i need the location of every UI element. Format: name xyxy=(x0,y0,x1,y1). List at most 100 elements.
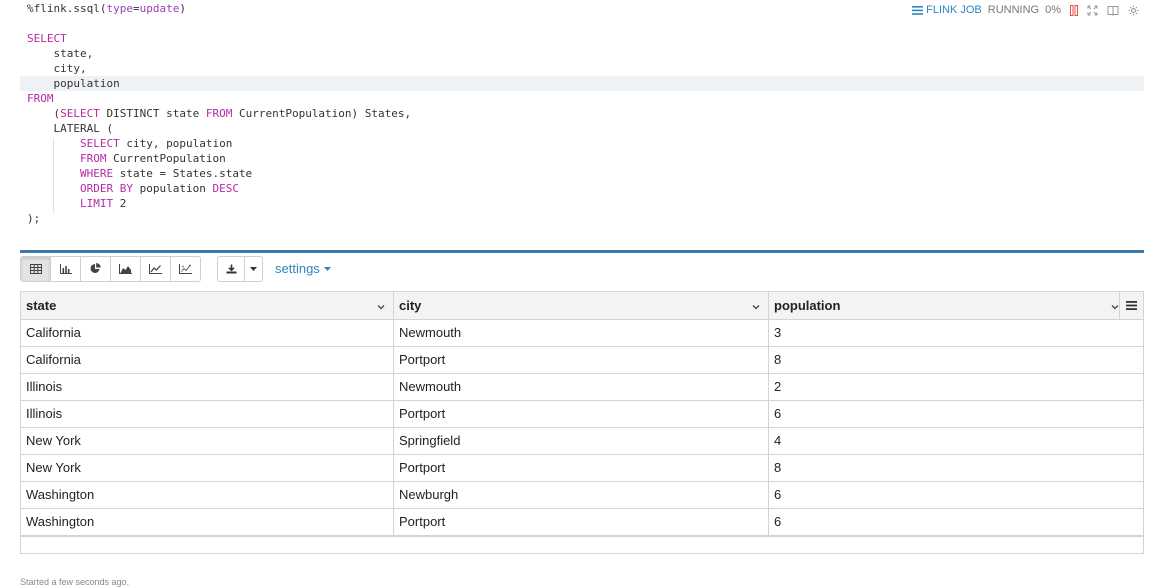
column-header-label: city xyxy=(399,298,421,313)
code-editor[interactable]: %flink.ssql(type=update)SELECT state, ci… xyxy=(20,0,1144,250)
download-dropdown-toggle[interactable] xyxy=(244,256,263,282)
code-line[interactable]: LIMIT 2 xyxy=(20,196,1144,211)
caret-down-icon xyxy=(250,267,257,271)
column-header-state[interactable]: state xyxy=(21,292,394,319)
cell-population: 8 xyxy=(769,455,1143,481)
chevron-down-icon[interactable] xyxy=(377,292,385,319)
code-text: population xyxy=(27,77,120,90)
cell-state: New York xyxy=(21,455,394,481)
book-icon[interactable] xyxy=(1107,5,1119,16)
code-keyword: DESC xyxy=(212,182,239,195)
chevron-down-icon[interactable] xyxy=(1111,292,1119,319)
code-line[interactable]: FROM CurrentPopulation xyxy=(20,151,1144,166)
code-text: city, population xyxy=(120,137,233,150)
settings-dropdown[interactable]: settings xyxy=(275,261,331,276)
cell-city: Newburgh xyxy=(394,482,769,508)
table-row[interactable]: New YorkSpringfield4 xyxy=(21,428,1143,455)
code-text: ( xyxy=(27,107,60,120)
editor-result-splitter[interactable] xyxy=(20,250,1144,253)
code-keyword: FROM xyxy=(27,92,54,105)
table-row[interactable]: CaliforniaPortport8 xyxy=(21,347,1143,374)
line-chart-icon xyxy=(149,264,162,274)
code-keyword: type xyxy=(106,2,133,15)
column-header-label: state xyxy=(26,298,56,313)
code-keyword: WHERE xyxy=(80,167,113,180)
result-toolbar: settings xyxy=(20,255,331,282)
stop-icon[interactable] xyxy=(1070,5,1078,16)
menu-icon xyxy=(1126,301,1137,310)
code-keyword: update xyxy=(140,2,180,15)
table-header: population city state xyxy=(21,292,1143,320)
caret-down-icon xyxy=(324,267,331,271)
expand-icon[interactable] xyxy=(1087,5,1098,16)
list-icon xyxy=(912,6,923,15)
visualization-button-group xyxy=(20,256,201,282)
table-row[interactable]: WashingtonNewburgh6 xyxy=(21,482,1143,509)
code-line[interactable] xyxy=(20,16,1144,31)
gear-icon[interactable] xyxy=(1128,5,1139,16)
pie-chart-button[interactable] xyxy=(80,256,111,282)
cell-state: New York xyxy=(21,428,394,454)
code-text xyxy=(27,152,80,165)
paragraph-status-bar: FLINK JOB RUNNING 0% xyxy=(912,3,1139,17)
table-row[interactable]: IllinoisPortport6 xyxy=(21,401,1143,428)
cell-state: Illinois xyxy=(21,374,394,400)
results-table: population city state CaliforniaNewmouth3C… xyxy=(20,291,1144,554)
started-text: Started a few seconds ago. xyxy=(20,577,129,587)
code-line[interactable]: WHERE state = States.state xyxy=(20,166,1144,181)
download-icon xyxy=(226,264,237,274)
cell-state: Washington xyxy=(21,509,394,535)
cell-population: 6 xyxy=(769,401,1143,427)
code-text: 2 xyxy=(113,197,126,210)
code-line[interactable]: LATERAL ( xyxy=(20,121,1144,136)
cell-population: 6 xyxy=(769,509,1143,535)
job-progress: 0% xyxy=(1045,4,1061,16)
code-text: CurrentPopulation xyxy=(106,152,225,165)
table-view-button[interactable] xyxy=(20,256,51,282)
code-keyword: LIMIT xyxy=(80,197,113,210)
area-chart-icon xyxy=(119,264,132,274)
bar-chart-icon xyxy=(60,264,72,274)
table-row[interactable]: IllinoisNewmouth2 xyxy=(21,374,1143,401)
cell-population: 8 xyxy=(769,347,1143,373)
code-text: city, xyxy=(27,62,87,75)
code-line[interactable]: FROM xyxy=(20,91,1144,106)
code-text: state = States.state xyxy=(113,167,252,180)
paragraph: %flink.ssql(type=update)SELECT state, ci… xyxy=(0,0,1153,587)
bar-chart-button[interactable] xyxy=(50,256,81,282)
code-line[interactable]: (SELECT DISTINCT state FROM CurrentPopul… xyxy=(20,106,1144,121)
code-line[interactable]: ORDER BY population DESC xyxy=(20,181,1144,196)
cell-state: Illinois xyxy=(21,401,394,427)
flink-job-label[interactable]: FLINK JOB xyxy=(926,4,982,16)
column-header-population[interactable]: population xyxy=(769,292,1143,319)
area-chart-button[interactable] xyxy=(110,256,141,282)
table-row[interactable]: CaliforniaNewmouth3 xyxy=(21,320,1143,347)
code-text xyxy=(27,182,80,195)
cell-population: 6 xyxy=(769,482,1143,508)
chevron-down-icon[interactable] xyxy=(752,292,760,319)
cell-city: Portport xyxy=(394,509,769,535)
line-chart-button[interactable] xyxy=(140,256,171,282)
scatter-chart-button[interactable] xyxy=(170,256,201,282)
code-line[interactable]: population xyxy=(20,76,1144,91)
column-header-city[interactable]: city xyxy=(394,292,769,319)
grid-menu-button[interactable] xyxy=(1119,292,1143,319)
code-text: ) xyxy=(179,2,186,15)
code-text: population xyxy=(133,182,212,195)
code-line[interactable]: SELECT xyxy=(20,31,1144,46)
download-button[interactable] xyxy=(217,256,245,282)
settings-label[interactable]: settings xyxy=(275,261,320,276)
code-line[interactable]: city, xyxy=(20,61,1144,76)
code-line[interactable]: ); xyxy=(20,211,1144,226)
code-keyword: SELECT xyxy=(80,137,120,150)
code-text xyxy=(27,167,80,180)
code-line[interactable]: state, xyxy=(20,46,1144,61)
code-line[interactable]: SELECT city, population xyxy=(20,136,1144,151)
code-text: DISTINCT state xyxy=(100,107,206,120)
table-row[interactable]: New YorkPortport8 xyxy=(21,455,1143,482)
code-text: = xyxy=(133,2,140,15)
code-keyword: SELECT xyxy=(60,107,100,120)
table-row[interactable]: WashingtonPortport6 xyxy=(21,509,1143,536)
flink-job-link[interactable]: FLINK JOB xyxy=(912,4,982,16)
code-text: state, xyxy=(27,47,93,60)
